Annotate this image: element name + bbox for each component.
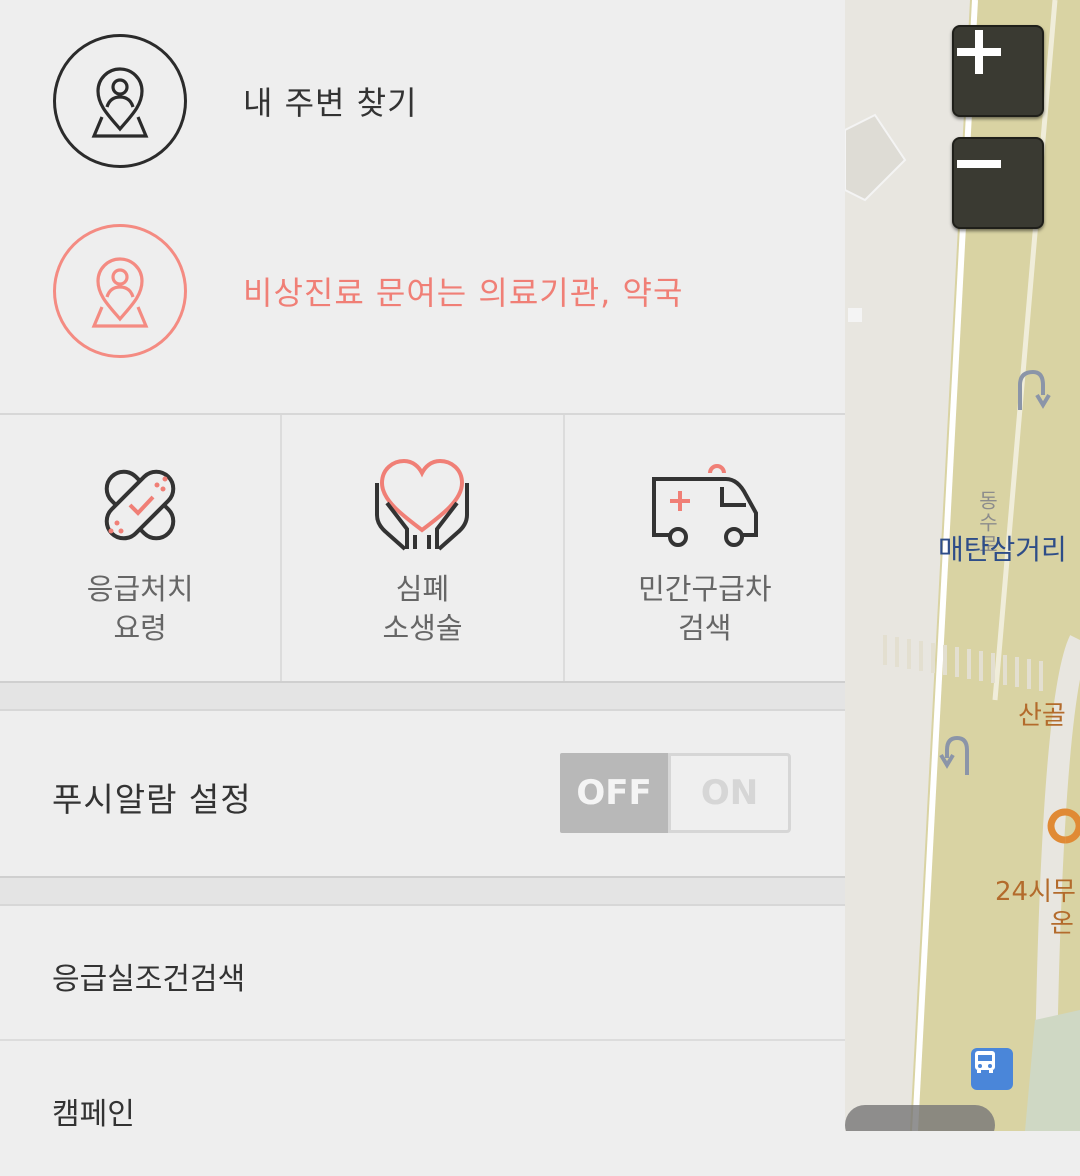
place-label: 산골 — [1018, 701, 1066, 731]
cpr-button[interactable]: 심폐 소생술 — [282, 415, 565, 681]
nearby-icon-circle — [53, 34, 187, 168]
push-alarm-label: 푸시알람 설정 — [52, 780, 252, 819]
zoom-out-button[interactable] — [952, 137, 1044, 229]
minus-icon — [957, 160, 1001, 168]
bus-stop-icon[interactable] — [971, 1048, 1013, 1090]
condition-search-item[interactable]: 응급실조건검색 — [0, 906, 845, 1041]
zoom-in-button[interactable] — [952, 25, 1044, 117]
bus-icon — [975, 1051, 995, 1073]
campaign-label: 캠페인 — [52, 1097, 135, 1132]
section-divider — [0, 876, 845, 906]
nearby-search-item[interactable]: 내 주변 찾기 — [0, 26, 845, 176]
map-view[interactable]: 동수로 매탄삼거리 산골 24시무 온 — [845, 0, 1080, 1131]
cpr-label-line1: 심폐 — [395, 572, 450, 606]
condition-search-label: 응급실조건검색 — [52, 962, 246, 997]
location-person-icon — [91, 67, 149, 138]
store-label-line2: 온 — [1050, 909, 1074, 939]
bandage-icon — [104, 469, 176, 541]
emergency-icon-circle — [53, 224, 187, 358]
heart-hands-icon — [375, 458, 470, 551]
store-label: 24시무 온 — [995, 876, 1076, 940]
cpr-label-line2: 소생술 — [382, 611, 463, 645]
store-label-line1: 24시무 — [995, 877, 1076, 907]
ambulance-label-line1: 민간구급차 — [638, 572, 772, 606]
side-menu-panel: 내 주변 찾기 비상진료 문여는 의료기관, 약국 응급처치 요령 심폐 소생술… — [0, 0, 845, 1132]
ambulance-label-line2: 검색 — [678, 611, 732, 645]
cpr-label: 심폐 소생술 — [282, 570, 562, 648]
first-aid-label-line2: 요령 — [113, 611, 167, 645]
quick-menu-grid: 응급처치 요령 심폐 소생술 민간구급차 검색 — [0, 413, 845, 683]
emergency-open-label: 비상진료 문여는 의료기관, 약국 — [243, 274, 684, 312]
section-divider — [0, 683, 845, 711]
location-person-icon — [91, 257, 149, 328]
push-alarm-toggle[interactable]: OFF ON — [560, 753, 791, 833]
plus-icon — [957, 30, 1001, 74]
toggle-on-option[interactable]: ON — [668, 756, 788, 830]
emergency-open-item[interactable]: 비상진료 문여는 의료기관, 약국 — [0, 216, 845, 366]
ambulance-icon — [651, 464, 758, 547]
ambulance-search-label: 민간구급차 검색 — [565, 570, 845, 648]
nearby-search-label: 내 주변 찾기 — [243, 84, 418, 122]
ambulance-search-button[interactable]: 민간구급차 검색 — [565, 415, 845, 681]
junction-label: 매탄삼거리 — [938, 533, 1067, 566]
first-aid-label: 응급처치 요령 — [0, 570, 280, 648]
toggle-off-option[interactable]: OFF — [560, 753, 668, 833]
campaign-item[interactable]: 캠페인 — [0, 1041, 845, 1176]
first-aid-button[interactable]: 응급처치 요령 — [0, 415, 283, 681]
first-aid-label-line1: 응급처치 — [86, 572, 194, 606]
